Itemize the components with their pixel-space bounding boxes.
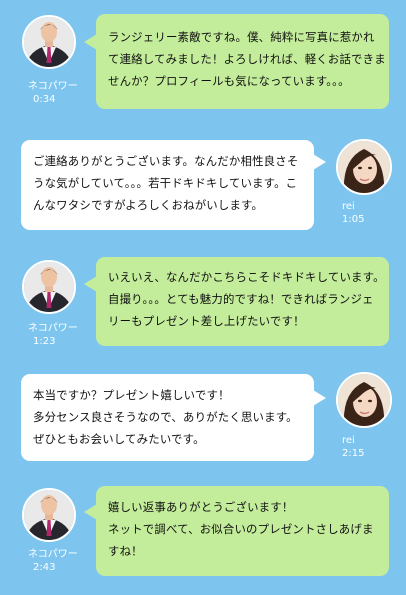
- message-text: ランジェリー素敵ですね。僕、純粋に写真に惹かれ: [108, 30, 375, 44]
- woman-portrait-avatar-icon[interactable]: [336, 139, 392, 195]
- message-meta: rei 2:15: [342, 434, 364, 460]
- message-text: 自撮り。。。とても魅力的ですね！できればランジェ: [108, 292, 374, 306]
- sender-name: rei: [342, 201, 355, 212]
- message-time: 2:15: [342, 448, 365, 459]
- message-text: んなワタシですがよろしくおねがいします。: [33, 198, 264, 212]
- message-text: ネットで調べて、お似合いのプレゼントさしあげま: [108, 522, 374, 536]
- message-text: て連絡してみました！よろしければ、軽くお話できま: [108, 52, 386, 66]
- woman-portrait-avatar-icon[interactable]: [336, 372, 392, 428]
- message-time: 2:43: [33, 562, 56, 573]
- message-meta: rei 1:05: [342, 200, 364, 226]
- man-in-suit-avatar-icon[interactable]: [22, 260, 76, 314]
- message-time: 1:23: [33, 336, 56, 347]
- message-text: 多分センス良さそうなので、ありがたく思います。: [33, 410, 298, 424]
- sender-name: ネコパワー: [28, 549, 78, 560]
- message-text: リーもプレゼント差し上げたいです！: [108, 314, 305, 328]
- message-text: うな気がしていて。。。若干ドキドキしています。こ: [33, 176, 298, 190]
- message-bubble: 本当ですか？プレゼント嬉しいです！ 多分センス良さそうなので、ありがたく思います…: [21, 374, 314, 461]
- message-bubble: いえいえ、なんだかこちらこそドキドキしています。 自撮り。。。とても魅力的ですね…: [96, 257, 389, 346]
- message-time: 1:05: [342, 214, 365, 225]
- sender-name: ネコパワー: [28, 81, 78, 92]
- message-text: いえいえ、なんだかこちらこそドキドキしています。: [108, 270, 385, 284]
- sender-name: rei: [342, 435, 355, 446]
- message-text: 本当ですか？プレゼント嬉しいです！: [33, 388, 230, 402]
- bubble-tail: [313, 154, 326, 170]
- message-text: せんか？プロフィールも気になっています。。。: [108, 74, 350, 88]
- message-bubble: ランジェリー素敵ですね。僕、純粋に写真に惹かれ て連絡してみました！よろしければ…: [96, 14, 389, 109]
- bubble-tail: [313, 390, 326, 406]
- message-bubble: 嬉しい返事ありがとうございます！ ネットで調べて、お似合いのプレゼントさしあげま…: [96, 486, 389, 576]
- message-time: 0:34: [33, 94, 56, 105]
- man-in-suit-avatar-icon[interactable]: [22, 15, 76, 69]
- message-meta: ネコパワー 2:43: [28, 548, 78, 574]
- man-in-suit-avatar-icon[interactable]: [22, 488, 76, 542]
- sender-name: ネコパワー: [28, 323, 78, 334]
- message-text: ぜひともお会いしてみたいです。: [33, 432, 205, 446]
- chat-thread: ネコパワー 0:34 ランジェリー素敵ですね。僕、純粋に写真に惹かれ て連絡して…: [0, 0, 406, 595]
- message-text: 嬉しい返事ありがとうございます！: [108, 500, 294, 514]
- message-text: ご連絡ありがとうございます。なんだか相性良さそ: [33, 154, 299, 168]
- message-bubble: ご連絡ありがとうございます。なんだか相性良さそ うな気がしていて。。。若干ドキド…: [21, 140, 314, 230]
- message-text: すね！: [108, 544, 143, 558]
- message-meta: ネコパワー 1:23: [28, 322, 78, 348]
- message-meta: ネコパワー 0:34: [28, 80, 78, 106]
